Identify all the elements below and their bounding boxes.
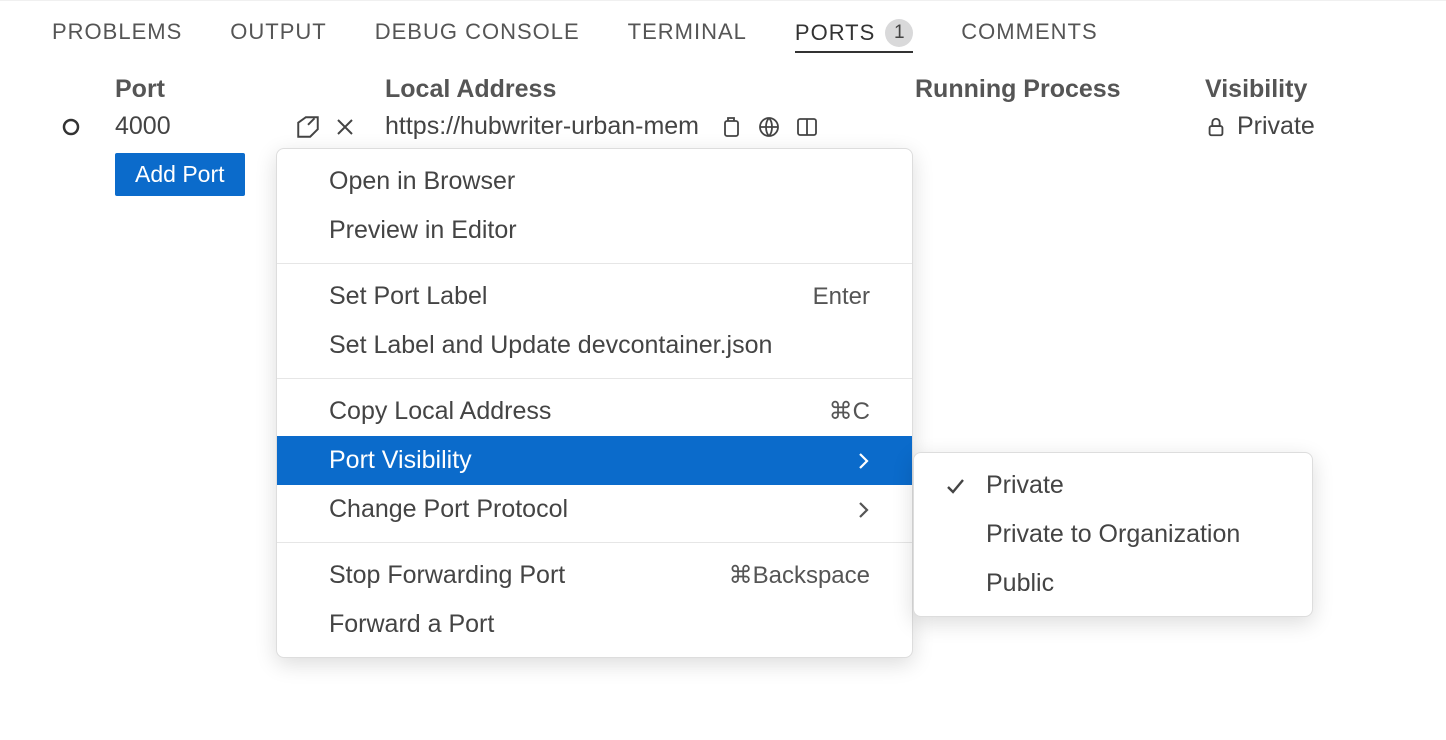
menu-shortcut: Enter: [813, 283, 870, 311]
tab-comments[interactable]: COMMENTS: [961, 19, 1097, 47]
submenu-public[interactable]: Public: [914, 559, 1312, 608]
menu-label: Preview in Editor: [329, 216, 517, 245]
menu-separator: [277, 378, 912, 379]
header-local-address: Local Address: [385, 75, 915, 104]
ports-count-badge: 1: [885, 19, 913, 47]
submenu-label: Private to Organization: [986, 520, 1240, 549]
menu-preview-in-editor[interactable]: Preview in Editor: [277, 206, 912, 255]
menu-label: Set Label and Update devcontainer.json: [329, 331, 772, 360]
menu-label: Forward a Port: [329, 610, 494, 639]
menu-separator: [277, 542, 912, 543]
menu-forward-a-port[interactable]: Forward a Port: [277, 600, 912, 649]
menu-label: Stop Forwarding Port: [329, 561, 565, 590]
port-status-icon: [62, 118, 80, 136]
menu-shortcut: ⌘Backspace: [729, 561, 870, 590]
header-visibility: Visibility: [1205, 75, 1405, 104]
submenu-private[interactable]: Private: [914, 461, 1312, 510]
tab-label: DEBUG CONSOLE: [375, 19, 580, 45]
menu-label: Port Visibility: [329, 446, 472, 475]
submenu-label: Private: [986, 471, 1064, 500]
local-address: https://hubwriter-urban-mem: [385, 112, 699, 141]
chevron-right-icon: [856, 500, 870, 520]
submenu-private-to-organization[interactable]: Private to Organization: [914, 510, 1312, 559]
menu-stop-forwarding-port[interactable]: Stop Forwarding Port ⌘Backspace: [277, 551, 912, 600]
header-running-process: Running Process: [915, 75, 1205, 104]
close-icon[interactable]: [335, 117, 355, 137]
port-visibility-submenu: Private Private to Organization Public: [913, 452, 1313, 617]
globe-icon[interactable]: [757, 115, 781, 139]
submenu-label: Public: [986, 569, 1054, 598]
tab-label: PORTS: [795, 20, 875, 46]
menu-label: Set Port Label: [329, 282, 487, 311]
ports-headers: Port Local Address Running Process Visib…: [20, 67, 1446, 112]
tab-debug-console[interactable]: DEBUG CONSOLE: [375, 19, 580, 47]
tab-label: COMMENTS: [961, 19, 1097, 45]
port-context-menu: Open in Browser Preview in Editor Set Po…: [276, 148, 913, 658]
menu-separator: [277, 263, 912, 264]
menu-label: Copy Local Address: [329, 397, 551, 426]
menu-open-in-browser[interactable]: Open in Browser: [277, 157, 912, 206]
add-port-button[interactable]: Add Port: [115, 153, 245, 196]
tab-ports[interactable]: PORTS 1: [795, 19, 913, 53]
tab-problems[interactable]: PROBLEMS: [52, 19, 182, 47]
menu-set-label-update-devcontainer[interactable]: Set Label and Update devcontainer.json: [277, 321, 912, 370]
tab-terminal[interactable]: TERMINAL: [628, 19, 747, 47]
visibility-value: Private: [1237, 112, 1315, 141]
port-number: 4000: [115, 112, 171, 141]
tab-label: TERMINAL: [628, 19, 747, 45]
menu-port-visibility[interactable]: Port Visibility: [277, 436, 912, 485]
copy-icon[interactable]: [719, 115, 743, 139]
menu-label: Change Port Protocol: [329, 495, 568, 524]
menu-label: Open in Browser: [329, 167, 515, 196]
tab-label: PROBLEMS: [52, 19, 182, 45]
tab-output[interactable]: OUTPUT: [230, 19, 326, 47]
edit-label-icon[interactable]: [295, 114, 321, 140]
menu-shortcut: ⌘C: [829, 397, 870, 426]
preview-icon[interactable]: [795, 115, 819, 139]
lock-icon: [1205, 116, 1227, 138]
chevron-right-icon: [856, 451, 870, 471]
add-port-label: Add Port: [135, 161, 225, 187]
menu-set-port-label[interactable]: Set Port Label Enter: [277, 272, 912, 321]
menu-copy-local-address[interactable]: Copy Local Address ⌘C: [277, 387, 912, 436]
tab-label: OUTPUT: [230, 19, 326, 45]
header-port: Port: [115, 75, 385, 104]
port-row[interactable]: 4000 https://hubwriter-urban-mem: [20, 112, 1446, 141]
menu-change-port-protocol[interactable]: Change Port Protocol: [277, 485, 912, 534]
panel-tabs: PROBLEMS OUTPUT DEBUG CONSOLE TERMINAL P…: [0, 0, 1446, 61]
check-icon: [942, 475, 968, 497]
